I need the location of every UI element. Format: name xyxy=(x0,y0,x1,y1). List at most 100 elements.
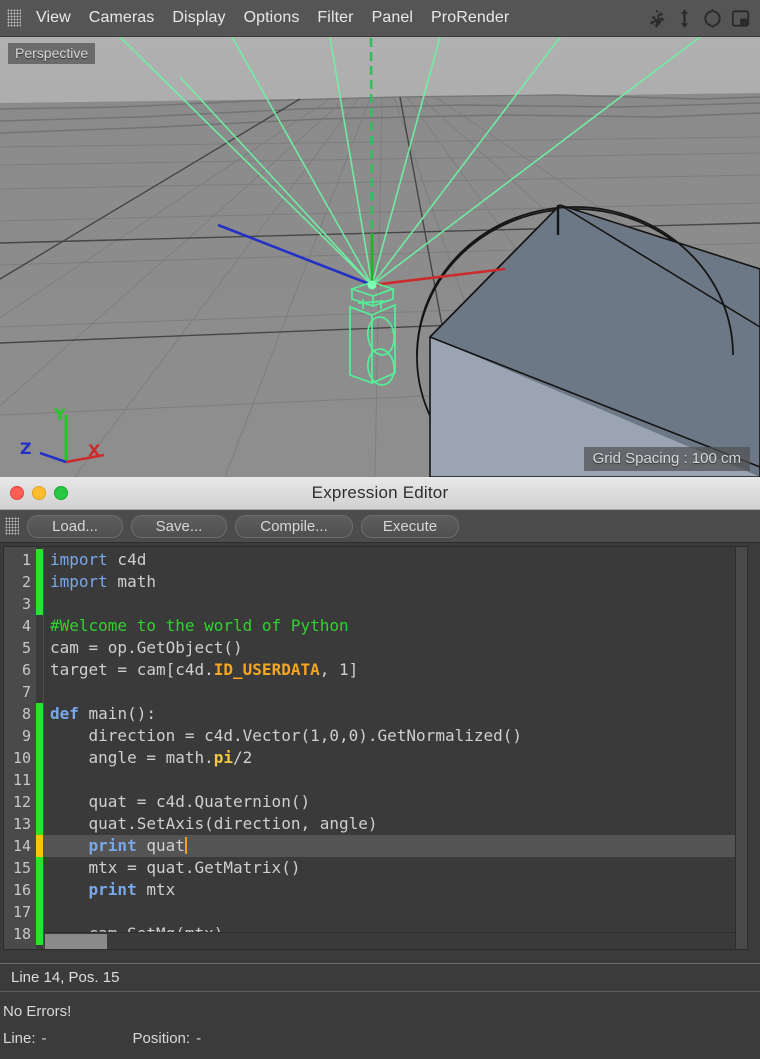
move-icon[interactable] xyxy=(646,8,667,29)
code-text-area[interactable]: import c4d import math #Welcome to the wo… xyxy=(43,547,747,949)
svg-text:X: X xyxy=(88,441,101,460)
code-token: def xyxy=(50,704,79,723)
code-line[interactable] xyxy=(44,901,747,923)
viewport-perspective-label[interactable]: Perspective xyxy=(8,43,96,64)
code-token: math xyxy=(107,572,156,591)
rotate-icon[interactable] xyxy=(702,8,723,29)
editor-titlebar[interactable]: Expression Editor xyxy=(0,477,760,510)
console-position-row: Line: - Position: - xyxy=(0,1025,760,1052)
grid-spacing-label: Grid Spacing : 100 cm xyxy=(583,447,750,471)
line-change-marker xyxy=(36,725,43,747)
code-line[interactable]: target = cam[c4d.ID_USERDATA, 1] xyxy=(44,659,747,681)
execute-button[interactable]: Execute xyxy=(361,514,459,538)
load-button[interactable]: Load... xyxy=(27,514,123,538)
code-token: angle = math. xyxy=(50,748,214,767)
code-line[interactable]: def main(): xyxy=(44,703,747,725)
line-number: 3 xyxy=(21,595,31,613)
horizontal-scrollbar-thumb[interactable] xyxy=(45,934,107,949)
code-token: import xyxy=(50,550,108,569)
save-button[interactable]: Save... xyxy=(131,514,227,538)
line-change-marker xyxy=(36,571,43,593)
code-token: ID_USERDATA xyxy=(213,660,320,679)
code-token: target = cam[c4d. xyxy=(50,660,214,679)
code-token: cam = op.GetObject() xyxy=(50,638,243,657)
code-line[interactable] xyxy=(44,681,747,703)
toolbar-grip-icon[interactable] xyxy=(5,517,19,535)
line-number: 13 xyxy=(12,815,31,833)
caret-position-status: Line 14, Pos. 15 xyxy=(11,969,120,986)
viewport-window: View Cameras Display Options Filter Panel ProR… xyxy=(0,0,760,477)
console-position-label: Position: xyxy=(132,1030,191,1047)
vp-menu-view[interactable]: View xyxy=(27,7,80,29)
line-number: 1 xyxy=(21,551,31,569)
vp-menu-display[interactable]: Display xyxy=(163,7,234,29)
line-change-marker xyxy=(36,747,43,769)
code-line[interactable]: import math xyxy=(44,571,747,593)
code-token: quat xyxy=(136,836,185,855)
viewport-3d-canvas[interactable]: Y X Z Perspective Grid Spacing : 100 cm xyxy=(0,37,760,477)
console-errors-row: No Errors! xyxy=(0,998,760,1025)
code-token: print xyxy=(88,880,137,899)
code-line[interactable]: direction = c4d.Vector(1,0,0).GetNormali… xyxy=(44,725,747,747)
console-pane: No Errors! Line: - Position: - xyxy=(0,991,760,1052)
viewport-scene: Y X Z xyxy=(0,37,760,477)
line-number: 8 xyxy=(21,705,31,723)
line-number: 2 xyxy=(21,573,31,591)
console-position-value: - xyxy=(196,1030,202,1047)
code-line[interactable]: #Welcome to the world of Python xyxy=(44,615,747,637)
line-change-marker xyxy=(36,879,43,901)
code-line[interactable]: mtx = quat.GetMatrix() xyxy=(44,857,747,879)
code-line[interactable]: quat = c4d.Quaternion() xyxy=(44,791,747,813)
line-number: 15 xyxy=(12,859,31,877)
code-line[interactable]: print mtx xyxy=(44,879,747,901)
code-token: quat = c4d.Quaternion() xyxy=(50,792,311,811)
line-change-marker xyxy=(36,593,43,615)
line-change-marker xyxy=(36,549,43,571)
console-line-value: - xyxy=(41,1030,47,1047)
code-token: print xyxy=(88,836,137,855)
vp-menu-options[interactable]: Options xyxy=(235,7,309,29)
line-number: 4 xyxy=(21,617,31,635)
line-change-marker xyxy=(36,659,43,681)
line-number: 7 xyxy=(21,683,31,701)
right-gutter xyxy=(735,547,747,949)
code-line[interactable]: quat.SetAxis(direction, angle) xyxy=(44,813,747,835)
text-caret xyxy=(184,837,187,854)
code-token: quat.SetAxis(direction, angle) xyxy=(50,814,378,833)
code-line[interactable]: angle = math.pi/2 xyxy=(44,747,747,769)
svg-text:Z: Z xyxy=(20,439,32,458)
maximize-panel-icon[interactable] xyxy=(730,8,751,29)
line-change-marker xyxy=(36,681,43,703)
scale-vertical-icon[interactable] xyxy=(674,8,695,29)
line-number: 5 xyxy=(21,639,31,657)
code-token: pi xyxy=(213,748,234,767)
editor-status-bar: Line 14, Pos. 15 xyxy=(0,963,760,991)
line-number-gutter: 1 2 3 4 5 6 7 8 9 10 11 12 13 14 15 16 17 18 xyxy=(4,547,36,949)
panel-grip-icon[interactable] xyxy=(7,9,21,27)
vp-menu-prorender[interactable]: ProRender xyxy=(422,7,518,29)
code-line[interactable] xyxy=(44,593,747,615)
line-change-marker xyxy=(36,703,43,725)
code-token: /2 xyxy=(233,748,253,767)
code-token: direction = c4d.Vector(1,0,0).GetNormali… xyxy=(50,726,523,745)
code-line[interactable]: cam = op.GetObject() xyxy=(44,637,747,659)
vp-menu-cameras[interactable]: Cameras xyxy=(80,7,164,29)
line-change-marker xyxy=(36,923,43,945)
line-number: 9 xyxy=(21,727,31,745)
code-line[interactable] xyxy=(44,769,747,791)
code-line[interactable]: import c4d xyxy=(44,549,747,571)
console-line-label: Line: xyxy=(3,1030,36,1047)
code-line-active[interactable]: print quat xyxy=(44,835,747,857)
horizontal-scrollbar[interactable] xyxy=(44,932,747,949)
vp-menu-filter[interactable]: Filter xyxy=(308,7,362,29)
change-marker-bar xyxy=(36,547,43,949)
code-token: , 1] xyxy=(319,660,359,679)
line-change-marker xyxy=(36,901,43,923)
compile-button[interactable]: Compile... xyxy=(235,514,353,538)
vp-menu-panel[interactable]: Panel xyxy=(363,7,422,29)
code-editor-frame[interactable]: 1 2 3 4 5 6 7 8 9 10 11 12 13 14 15 16 17 18 import c4d im… xyxy=(3,546,748,950)
app-root: View Cameras Display Options Filter Panel ProR… xyxy=(0,0,760,1059)
viewport-menubar: View Cameras Display Options Filter Panel ProR… xyxy=(0,0,760,37)
